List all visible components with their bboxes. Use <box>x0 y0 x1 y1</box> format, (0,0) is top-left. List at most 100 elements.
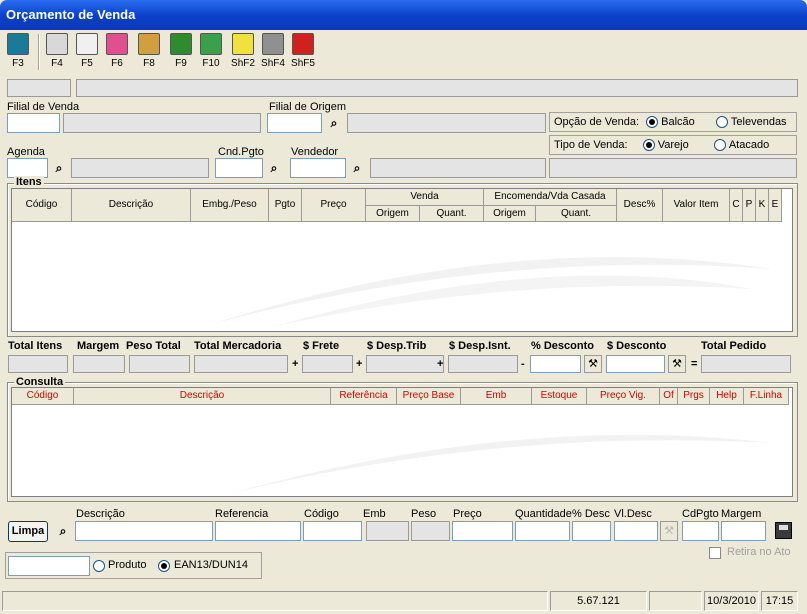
trash-icon <box>262 33 284 55</box>
col-p[interactable]: P <box>743 189 756 222</box>
col-enc-quant[interactable]: Quant. <box>536 206 617 222</box>
total-mercadoria-field <box>194 355 288 373</box>
limpa-button[interactable]: Limpa <box>8 521 48 542</box>
search-quantidade-input[interactable] <box>515 521 570 541</box>
search-preco-input[interactable] <box>452 521 513 541</box>
binoculars-icon[interactable]: ⌕ <box>326 116 342 130</box>
col-valor[interactable]: Valor Item <box>663 189 730 222</box>
consulta-col[interactable]: Referência <box>331 388 397 405</box>
door-exit-icon <box>7 33 29 55</box>
save-disk-icon[interactable] <box>775 522 792 539</box>
binoculars-icon[interactable]: ⌕ <box>349 161 365 175</box>
col-pgto[interactable]: Pgto <box>269 189 302 222</box>
televendas-radio[interactable] <box>715 116 728 129</box>
consulta-grid[interactable]: Código Descrição Referência Preço Base Emb Es… <box>11 387 793 497</box>
search-referencia-input[interactable] <box>215 521 301 541</box>
toolbar-button-shf2[interactable]: ShF2 <box>228 33 258 73</box>
consulta-col[interactable]: Preço Vig. <box>587 388 660 405</box>
total-pedido-label: Total Pedido <box>701 340 767 352</box>
plus-sign: + <box>356 358 363 370</box>
col-e[interactable]: E <box>769 189 782 222</box>
pct-desconto-input[interactable] <box>530 355 581 373</box>
col-venda-origem[interactable]: Origem <box>366 206 420 222</box>
toolbar-key-label: F3 <box>12 58 24 69</box>
info-field <box>549 158 797 178</box>
col-venda[interactable]: Venda <box>366 189 484 206</box>
search-margem-input[interactable] <box>721 521 766 541</box>
cnd-pgto-input[interactable] <box>215 158 263 178</box>
consulta-col[interactable]: F.Linha <box>744 388 789 405</box>
agenda-input[interactable] <box>7 158 48 178</box>
atacado-radio[interactable] <box>713 139 726 152</box>
consulta-col[interactable]: Emb <box>461 388 532 405</box>
search-margem-label: Margem <box>721 508 762 520</box>
consulta-col[interactable]: Prgs <box>678 388 710 405</box>
col-codigo[interactable]: Código <box>12 189 72 222</box>
consulta-col[interactable]: Help <box>710 388 744 405</box>
toolbar-button-f8[interactable]: F8 <box>134 33 164 73</box>
search-pct-desc-label: % Desc <box>572 508 610 520</box>
search-codigo-label: Código <box>304 508 339 520</box>
watermark-swoosh-icon <box>212 257 772 327</box>
toolbar-key-label: F6 <box>111 58 123 69</box>
binoculars-icon[interactable]: ⌕ <box>266 161 282 175</box>
col-descricao[interactable]: Descrição <box>72 189 191 222</box>
filial-venda-label: Filial de Venda <box>7 101 80 113</box>
total-itens-field <box>8 355 68 373</box>
col-enc-origem[interactable]: Origem <box>484 206 536 222</box>
retira-no-ato-checkbox[interactable] <box>709 547 721 559</box>
filial-venda-input[interactable] <box>7 113 60 133</box>
filial-origem-name <box>347 113 546 133</box>
search-preco-label: Preço <box>453 508 482 520</box>
opcao-venda-label: Opção de Venda: <box>554 116 640 129</box>
consulta-col[interactable]: Preço Base <box>397 388 461 405</box>
hammer-icon[interactable]: ⚒ <box>668 355 686 373</box>
col-c[interactable]: C <box>730 189 743 222</box>
binoculars-icon[interactable]: ⌕ <box>51 161 67 175</box>
produto-radio[interactable] <box>93 560 105 572</box>
search-pct-desc-input[interactable] <box>572 521 611 541</box>
desp-trib-label: $ Desp.Trib <box>367 340 427 352</box>
search-vl-desc-input[interactable] <box>614 521 658 541</box>
status-version: 5.67.121 <box>550 591 647 611</box>
col-embg[interactable]: Embg./Peso <box>191 189 269 222</box>
televendas-label: Televendas <box>730 116 787 129</box>
desconto-input[interactable] <box>606 355 665 373</box>
barcode-input[interactable] <box>8 556 90 576</box>
toolbar-button-f9[interactable]: F9 <box>166 33 196 73</box>
consulta-col[interactable]: Of <box>660 388 678 405</box>
toolbar-button-shf4[interactable]: ShF4 <box>258 33 288 73</box>
toolbar-key-label: F9 <box>175 58 187 69</box>
hammer-icon[interactable]: ⚒ <box>584 355 602 373</box>
binoculars-icon[interactable]: ⌕ <box>55 524 71 538</box>
consulta-col[interactable]: Descrição <box>74 388 331 405</box>
plus-sign: + <box>292 358 299 370</box>
toolbar-button-f4[interactable]: F4 <box>42 33 72 73</box>
col-venda-quant[interactable]: Quant. <box>420 206 484 222</box>
toolbar-button-f3[interactable]: F3 <box>3 33 33 73</box>
col-encomenda[interactable]: Encomenda/Vda Casada <box>484 189 617 206</box>
window-title: Orçamento de Venda <box>0 0 807 30</box>
status-panel <box>2 591 548 611</box>
col-k[interactable]: K <box>756 189 769 222</box>
toolbar-button-shf5[interactable]: ShF5 <box>288 33 318 73</box>
search-emb-label: Emb <box>363 508 386 520</box>
col-desc[interactable]: Desc% <box>617 189 663 222</box>
varejo-radio[interactable] <box>642 139 655 152</box>
search-codigo-input[interactable] <box>303 521 362 541</box>
filial-origem-input[interactable] <box>267 113 322 133</box>
hammer-icon[interactable]: ⚒ <box>660 521 678 541</box>
consulta-col[interactable]: Estoque <box>532 388 587 405</box>
consulta-col[interactable]: Código <box>12 388 74 405</box>
search-descricao-input[interactable] <box>75 521 213 541</box>
ean-radio[interactable] <box>158 560 170 572</box>
vendedor-input[interactable] <box>290 158 346 178</box>
search-cdpgto-input[interactable] <box>682 521 719 541</box>
toolbar-separator <box>38 34 40 70</box>
itens-grid[interactable]: Código Descrição Embg./Peso Pgto Preço V… <box>11 188 793 332</box>
balcao-radio[interactable] <box>646 116 659 129</box>
toolbar-button-f6[interactable]: F6 <box>102 33 132 73</box>
col-preco[interactable]: Preço <box>302 189 366 222</box>
toolbar-button-f10[interactable]: F10 <box>196 33 226 73</box>
toolbar-button-f5[interactable]: F5 <box>72 33 102 73</box>
